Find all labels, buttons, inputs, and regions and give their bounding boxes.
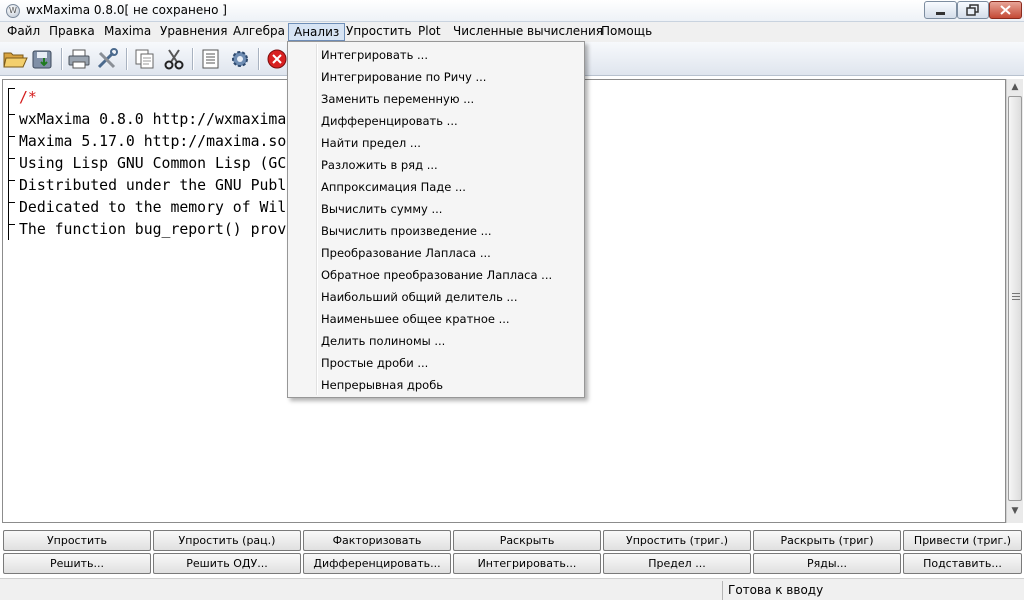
vertical-scrollbar[interactable]: ▲ ▼ [1006,79,1023,523]
status-text: Готова к вводу [728,583,824,597]
print-button[interactable] [66,47,92,71]
title-bar: W wxMaxima 0.8.0[ не сохранено ] [0,0,1024,22]
solve-ode-button[interactable]: Решить ОДУ... [153,553,301,574]
preferences-icon [97,48,118,69]
open-icon [3,52,28,68]
cell-bracket-tick [8,202,15,203]
menu-item-inverse-laplace[interactable]: Обратное преобразование Лапласа ... [290,265,582,286]
window-title: wxMaxima 0.8.0[ не сохранено ] [26,3,227,17]
menu-item-find-limit[interactable]: Найти предел ... [290,133,582,154]
select-all-icon [202,49,219,69]
cell-bracket-tick [8,114,15,115]
close-icon [1000,5,1011,15]
scroll-up-icon[interactable]: ▲ [1007,79,1023,95]
menu-file[interactable]: Файл [2,23,45,41]
cut-button[interactable] [161,47,187,71]
simplify-trig-button[interactable]: Упростить (триг.) [603,530,751,551]
status-bar: Готова к вводу [0,578,1024,600]
restore-icon [966,4,979,16]
cell-bracket-tick [8,180,15,181]
toolbar-separator [258,48,259,70]
menu-calculus[interactable]: Анализ [288,23,346,41]
solve-button[interactable]: Решить... [3,553,151,574]
minimize-button[interactable] [924,1,957,19]
menu-item-change-variable[interactable]: Заменить переменную ... [290,89,582,110]
preferences-button[interactable] [95,47,121,71]
cell-bracket-tick [8,158,15,159]
expand-button[interactable]: Раскрыть [453,530,601,551]
menu-item-calculate-product[interactable]: Вычислить произведение ... [290,221,582,242]
expand-trig-button[interactable]: Раскрыть (триг) [753,530,901,551]
reduce-trig-button[interactable]: Привести (триг.) [903,530,1022,551]
scrollbar-grip [1012,299,1020,300]
menu-item-divide-polynomials[interactable]: Делить полиномы ... [290,331,582,352]
menu-algebra[interactable]: Алгебра [228,23,290,41]
menu-item-integrate[interactable]: Интегрировать ... [290,45,582,66]
menu-edit[interactable]: Правка [44,23,100,41]
menu-item-differentiate[interactable]: Дифференцировать ... [290,111,582,132]
copy-icon [135,49,154,69]
substitute-button[interactable]: Подставить... [903,553,1022,574]
menu-item-partial-fractions[interactable]: Простые дроби ... [290,353,582,374]
simplify-button[interactable]: Упростить [3,530,151,551]
limit-button[interactable]: Предел ... [603,553,751,574]
scroll-down-icon[interactable]: ▼ [1007,503,1023,519]
toolbar-separator [126,48,127,70]
simplify-rat-button[interactable]: Упростить (рац.) [153,530,301,551]
close-button[interactable] [989,1,1022,19]
integrate-button[interactable]: Интегрировать... [453,553,601,574]
menu-item-continued-fraction[interactable]: Непрерывная дробь [290,375,582,396]
menu-item-lcm[interactable]: Наименьшее общее кратное ... [290,309,582,330]
menu-item-risch-integration[interactable]: Интегрирование по Ричу ... [290,67,582,88]
minimize-icon [936,12,945,15]
cell-bracket-tick [8,224,15,225]
cell-bracket[interactable] [8,88,15,240]
settings-button[interactable] [227,47,253,71]
scrollbar-thumb[interactable] [1008,96,1022,501]
select-all-button[interactable] [198,47,224,71]
menu-bar: Файл Правка Maxima Уравнения Алгебра Ана… [0,22,1024,42]
menu-item-laplace-transform[interactable]: Преобразование Лапласа ... [290,243,582,264]
open-button[interactable] [2,47,28,71]
save-button[interactable] [30,47,56,71]
menu-equations[interactable]: Уравнения [155,23,232,41]
print-icon [68,49,90,69]
cut-icon [164,49,184,70]
menu-item-get-series[interactable]: Разложить в ряд ... [290,155,582,176]
toolbar-separator [61,48,62,70]
comment-open[interactable]: /* [19,87,37,109]
save-icon [32,50,52,69]
wxmaxima-app-icon[interactable]: W [6,4,20,18]
menu-item-pade-approximation[interactable]: Аппроксимация Паде ... [290,177,582,198]
copy-button[interactable] [132,47,158,71]
menu-help[interactable]: Помощь [596,23,657,41]
factor-button[interactable]: Факторизовать [303,530,451,551]
cell-bracket-tick [8,136,15,137]
differentiate-button[interactable]: Дифференцировать... [303,553,451,574]
menu-item-gcd[interactable]: Наибольший общий делитель ... [290,287,582,308]
maximize-button[interactable] [957,1,989,19]
settings-icon [232,51,248,67]
calculus-dropdown-menu: Интегрировать ... Интегрирование по Ричу… [287,41,585,398]
menu-numeric[interactable]: Численные вычисления [448,23,608,41]
menu-plot[interactable]: Plot [413,23,446,41]
scrollbar-grip [1012,296,1020,297]
menu-maxima[interactable]: Maxima [99,23,156,41]
menu-item-calculate-sum[interactable]: Вычислить сумму ... [290,199,582,220]
menu-simplify[interactable]: Упростить [341,23,417,41]
series-button[interactable]: Ряды... [753,553,901,574]
scrollbar-grip [1012,293,1020,294]
toolbar-separator [192,48,193,70]
status-divider [722,581,723,600]
